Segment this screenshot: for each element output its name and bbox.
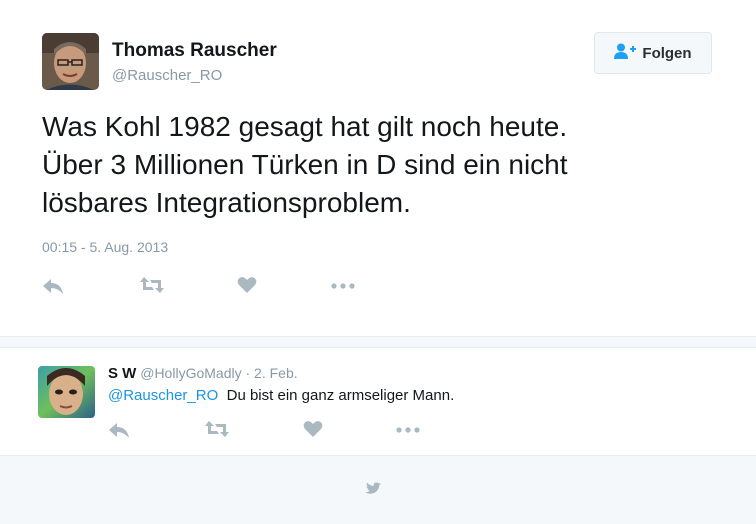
more-icon[interactable]	[396, 420, 420, 440]
author-name[interactable]: Thomas Rauscher	[112, 40, 277, 62]
reply-author-handle[interactable]: @HollyGoMadly	[140, 365, 241, 381]
reply-separator: ·	[241, 365, 255, 381]
reply-header: S W @HollyGoMadly · 2. Feb.	[108, 365, 298, 382]
tweet-timestamp[interactable]: 00:15 - 5. Aug. 2013	[42, 239, 168, 255]
tweet-text-line: Was Kohl 1982 gesagt hat gilt noch heute…	[42, 111, 568, 142]
like-icon[interactable]	[237, 276, 257, 294]
reply-mention-link[interactable]: @Rauscher_RO	[108, 387, 218, 404]
retweet-icon[interactable]	[139, 276, 165, 294]
reply-body: Du bist ein ganz armseliger Mann.	[226, 387, 455, 404]
like-icon[interactable]	[303, 420, 323, 438]
footer	[0, 455, 756, 524]
twitter-bird-icon[interactable]	[365, 478, 389, 503]
follow-button[interactable]: Folgen	[594, 32, 712, 74]
reply-author-name[interactable]: S W	[108, 365, 136, 382]
follow-label: Folgen	[642, 44, 692, 62]
section-divider	[0, 336, 756, 348]
more-icon[interactable]	[331, 276, 355, 296]
add-user-icon	[614, 43, 637, 63]
reply-icon[interactable]	[42, 276, 64, 296]
tweet-text: Was Kohl 1982 gesagt hat gilt noch heute…	[42, 108, 722, 222]
retweet-icon[interactable]	[204, 420, 230, 438]
reply-text: @Rauscher_RO Du bist ein ganz armseliger…	[108, 387, 454, 404]
tweet-text-line: Über 3 Millionen Türken in D sind ein ni…	[42, 149, 568, 180]
reply-icon[interactable]	[108, 420, 130, 440]
reply-date[interactable]: 2. Feb.	[254, 365, 298, 381]
main-tweet: Thomas Rauscher @Rauscher_RO Folgen Was …	[0, 0, 756, 336]
author-handle[interactable]: @Rauscher_RO	[112, 67, 222, 84]
reply-avatar[interactable]	[38, 366, 95, 418]
author-avatar[interactable]	[42, 33, 99, 90]
tweet-text-line: lösbares Integrationsproblem.	[42, 187, 411, 218]
reply-tweet: S W @HollyGoMadly · 2. Feb. @Rauscher_RO…	[0, 348, 756, 455]
